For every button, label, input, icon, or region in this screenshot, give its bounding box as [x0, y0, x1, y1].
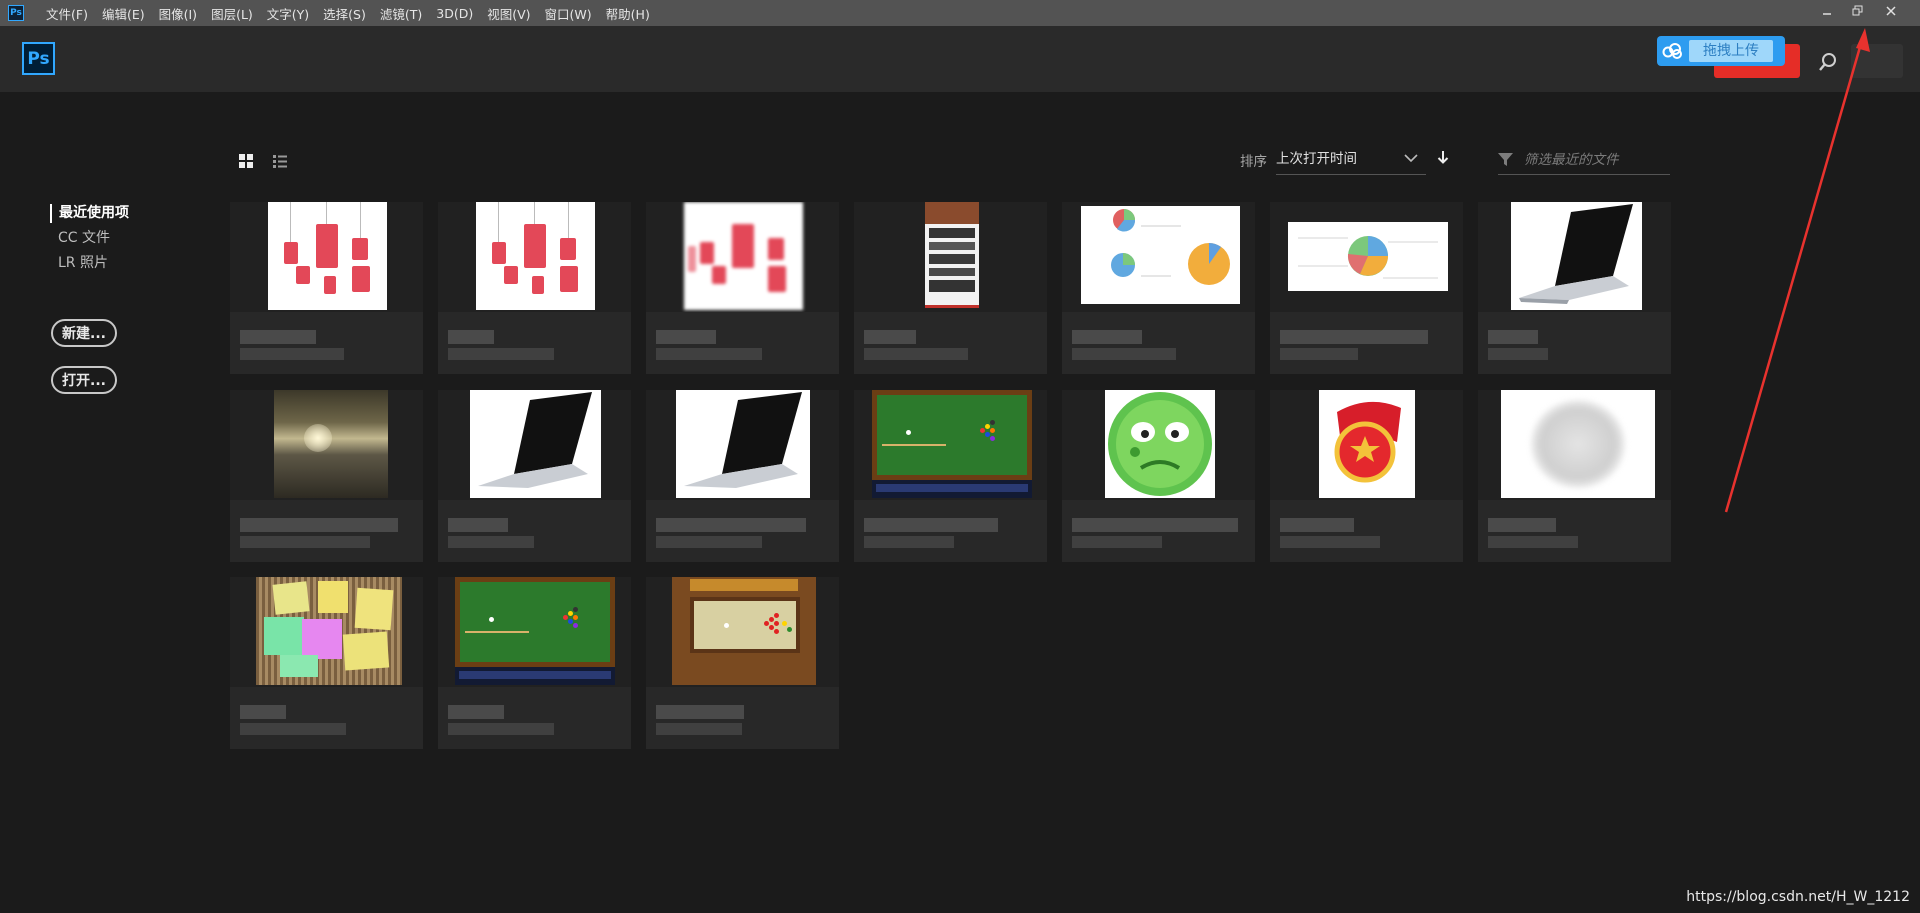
annotation-arrow [1724, 28, 1870, 513]
watermark: https://blog.csdn.net/H_W_1212 [1686, 889, 1910, 905]
